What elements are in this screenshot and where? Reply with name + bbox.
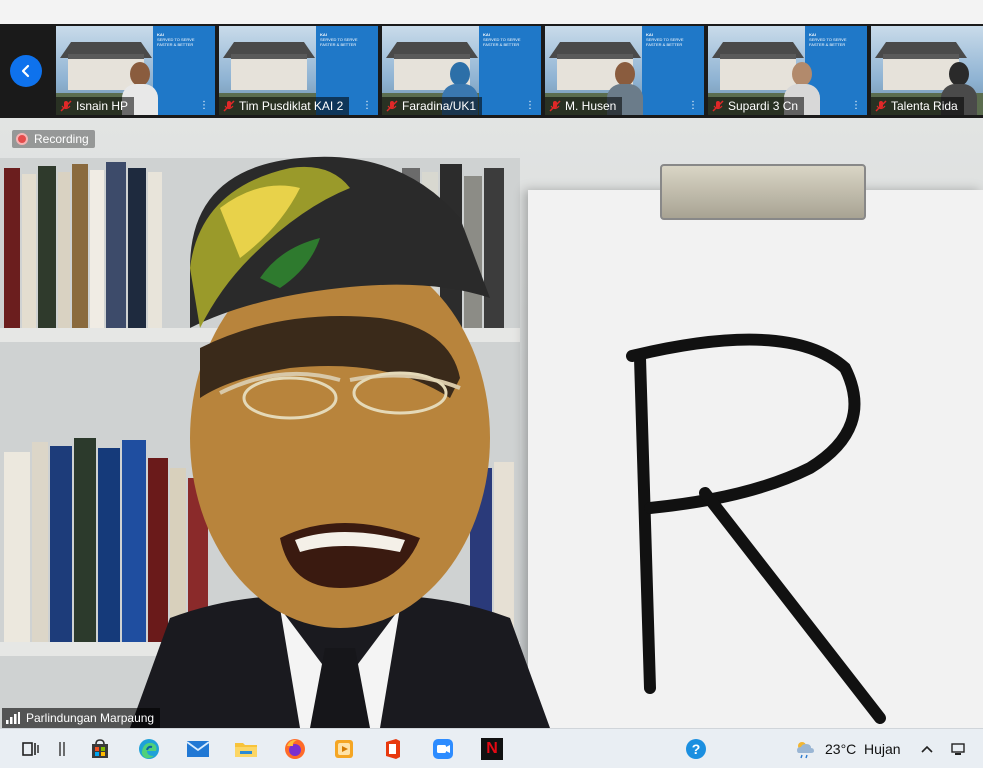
weather-description[interactable]: Hujan [864,741,901,757]
mic-off-icon [386,100,398,112]
more-options-icon[interactable]: ⋮ [525,100,535,111]
task-view-icon [22,742,39,756]
taskbar-store[interactable] [88,737,112,761]
folder-icon [235,743,257,757]
taskbar-mail[interactable] [186,737,210,761]
window-top-strip [0,0,983,24]
participant-tile-5[interactable]: KAI SERVED TO SERVE FASTER & BETTER Supar… [708,26,867,115]
active-speaker-name: Parlindungan Marpaung [26,711,155,725]
participant-name: Talenta Rida [891,99,958,113]
store-bag-icon [92,739,108,758]
taskbar-file-explorer[interactable] [234,737,258,761]
help-icon: ? [686,739,706,759]
more-options-icon[interactable]: ⋮ [199,100,209,111]
banner-text: SERVED TO SERVE FASTER & BETTER [157,37,195,47]
participant-name: Faradina/UK1 [402,99,477,113]
divider-icon [59,742,65,756]
banner-text: SERVED TO SERVE FASTER & BETTER [483,37,521,47]
participant-tile-6[interactable]: Talenta Rida [871,26,983,115]
recording-icon [16,133,28,145]
taskbar-firefox[interactable] [283,737,307,761]
banner-text: SERVED TO SERVE FASTER & BETTER [809,37,847,47]
weather-temperature[interactable]: 23°C [825,741,856,757]
more-options-icon[interactable]: ⋮ [688,100,698,111]
speaker-person [130,156,550,728]
participant-name-bar: M. Husen [545,97,623,115]
participant-name: Tim Pusdiklat KAI 2 [239,99,344,113]
more-options-icon[interactable]: ⋮ [851,100,861,111]
tray-device-button[interactable] [946,737,970,761]
netflix-icon: N [481,738,503,760]
gallery-prev-button[interactable] [10,55,42,87]
participant-name-bar: Isnain HP [56,97,135,115]
participant-tile-4[interactable]: KAI SERVED TO SERVE FASTER & BETTER M. Hu… [545,26,704,115]
media-player-icon [335,740,353,758]
participant-name-bar: Tim Pusdiklat KAI 2 [219,97,350,115]
show-hidden-icons-button[interactable] [915,737,939,761]
background-building [231,54,307,90]
chevron-up-icon [921,745,933,753]
mic-off-icon [875,100,887,112]
participant-tile-3[interactable]: KAI SERVED TO SERVE FASTER & BETTER Farad… [382,26,541,115]
participant-tile-1[interactable]: KAI SERVED TO SERVE FASTER & BETTER Isnai… [56,26,215,115]
edge-browser-icon [139,739,159,759]
taskbar-help[interactable]: ? [684,737,708,761]
mic-off-icon [60,100,72,112]
firefox-icon [285,739,305,759]
mail-icon [186,741,210,757]
mic-off-icon [712,100,724,112]
office-icon [386,739,400,759]
signal-bars-icon [6,712,20,724]
mic-off-icon [223,100,235,112]
weather-widget[interactable] [793,737,817,761]
zoom-app-icon [433,739,453,759]
banner-text: SERVED TO SERVE FASTER & BETTER [646,37,684,47]
device-icon [951,743,965,755]
active-speaker-name-tag: Parlindungan Marpaung [2,708,161,728]
more-options-icon[interactable]: ⋮ [362,100,372,111]
taskbar-edge[interactable] [137,737,161,761]
recording-label: Recording [34,132,89,146]
participant-tile-2[interactable]: KAI SERVED TO SERVE FASTER & BETTER Tim P… [219,26,378,115]
participant-name: Supardi 3 Cn [728,99,799,113]
recording-indicator: Recording [12,130,95,148]
windows-taskbar: N ? 23°C Hujan [0,728,983,768]
banner-text: SERVED TO SERVE FASTER & BETTER [320,37,358,47]
whiteboard-clip [660,164,866,220]
participant-name: Isnain HP [76,99,129,113]
taskbar-divider [50,737,74,761]
taskbar-media-player[interactable] [332,737,356,761]
taskbar-netflix[interactable]: N [480,737,504,761]
participant-name-bar: Talenta Rida [871,97,964,115]
participant-name-bar: Faradina/UK1 [382,97,483,115]
active-speaker-video: R Recording [0,118,983,728]
chevron-left-icon [21,64,30,78]
rain-cloud-icon [797,742,814,759]
participant-name-bar: Supardi 3 Cn [708,97,805,115]
participant-name: M. Husen [565,99,617,113]
task-view-button[interactable] [18,737,42,761]
whiteboard-drawing [626,333,886,724]
taskbar-zoom[interactable] [431,737,455,761]
participant-gallery: KAI SERVED TO SERVE FASTER & BETTER Isnai… [0,24,983,118]
taskbar-office[interactable] [381,737,405,761]
mic-off-icon [549,100,561,112]
